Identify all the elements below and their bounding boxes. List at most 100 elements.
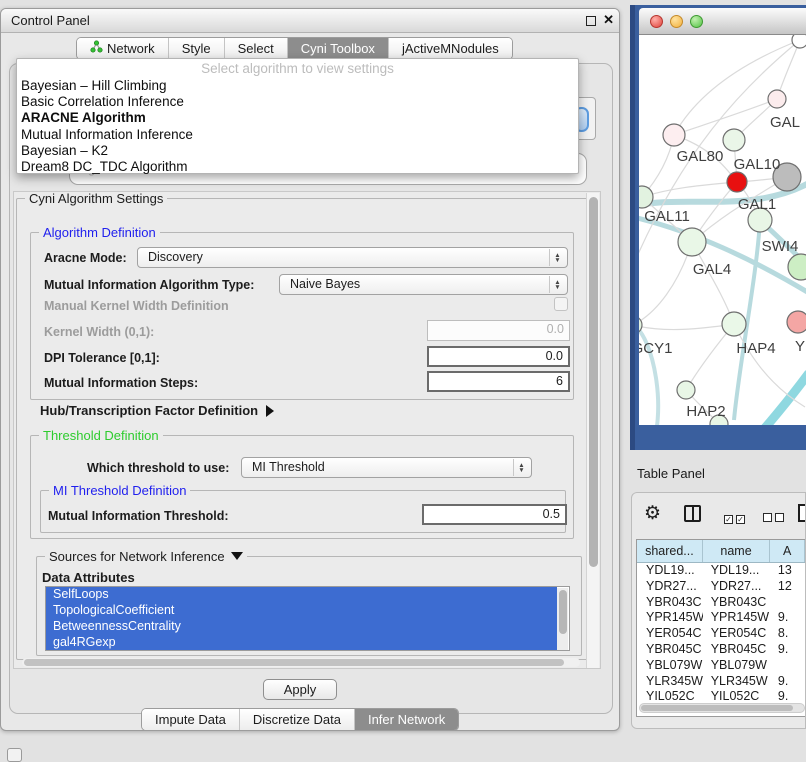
sources-group-title[interactable]: Sources for Network Inference [45,549,247,564]
control-panel-titlebar: Control Panel ✕ [1,9,619,33]
algorithm-option[interactable]: Dream8 DC_TDC Algorithm [17,159,578,175]
aracne-mode-combo[interactable]: Discovery ▲▼ [137,247,568,268]
data-attributes-list[interactable]: SelfLoopsTopologicalCoefficientBetweenne… [45,586,570,651]
settings-horizontal-scrollbar[interactable] [22,658,580,667]
mi-threshold-field[interactable]: 0.5 [422,504,567,525]
bottom-tab-discretize-data[interactable]: Discretize Data [240,709,355,730]
column-view-icon[interactable] [684,505,701,522]
algorithm-definition-title: Algorithm Definition [39,225,160,240]
minimize-button[interactable] [670,15,683,28]
dpi-tolerance-field[interactable]: 0.0 [427,346,570,367]
tab-cyni-toolbox[interactable]: Cyni Toolbox [288,38,389,59]
tab-label: Style [182,38,211,59]
table-cell: YBR045C [637,642,703,658]
table-panel-title: Table Panel [637,466,705,481]
algorithm-option[interactable]: Mutual Information Inference [17,127,578,143]
network-node[interactable] [678,228,706,256]
table-column-header[interactable]: A [770,540,805,562]
kernel-width-field[interactable]: 0.0 [427,320,570,341]
collapsed-panel-icon[interactable] [7,748,22,762]
network-node[interactable] [722,312,746,336]
network-node-label: GAL [770,114,800,131]
table-row[interactable]: YPR145WYPR145W9. [637,610,805,626]
network-node-label: Y [795,338,805,355]
manual-kernel-checkbox[interactable] [554,297,568,311]
mi-steps-field[interactable]: 6 [427,371,570,392]
cyni-settings-scroll-area: Cyni Algorithm Settings Algorithm Defini… [13,191,601,669]
kernel-width-label: Kernel Width (0,1): [44,325,154,339]
algorithm-option[interactable]: ARACNE Algorithm [17,110,578,126]
bottom-tab-label: Impute Data [155,709,226,730]
algorithm-option[interactable]: Basic Correlation Inference [17,94,578,110]
collapse-down-icon [231,552,243,560]
algorithm-dropdown-prompt: Select algorithm to view settings [17,59,578,78]
tab-jactivemnodules[interactable]: jActiveMNodules [389,38,512,59]
hub-definition-expander[interactable]: Hub/Transcription Factor Definition [40,403,274,418]
network-node[interactable] [677,381,695,399]
tab-label: jActiveMNodules [402,38,499,59]
network-node-label: GAL80 [677,148,724,165]
gear-icon[interactable]: ⚙ [644,502,661,525]
network-icon [90,38,103,59]
network-node[interactable] [788,254,806,280]
data-attribute-item[interactable]: SelfLoops [46,587,557,603]
table-cell: 9. [770,674,805,690]
table-cell: YBR045C [703,642,770,658]
which-threshold-combo[interactable]: MI Threshold ▲▼ [241,457,532,478]
close-icon[interactable]: ✕ [603,12,614,28]
table-row[interactable]: YBR045CYBR045C9. [637,642,805,658]
table-row[interactable]: YER054CYER054C8. [637,626,805,642]
table-cell: YBR043C [703,595,770,611]
network-node[interactable] [663,124,685,146]
list-scrollbar[interactable] [557,588,568,650]
network-node[interactable] [723,129,745,151]
tab-network[interactable]: Network [77,38,169,59]
table-row[interactable]: YDL19...YDL19...13 [637,563,805,579]
table-cell: YBL079W [703,658,770,674]
table-cell [770,658,805,674]
table-column-header[interactable]: name [703,540,771,562]
select-all-checkboxes-icon[interactable]: ✓✓ [724,509,748,527]
algorithm-dropdown-popup: Select algorithm to view settings Bayesi… [16,58,579,174]
table-cell: YDR27... [637,579,703,595]
network-node-label: GAL11 [644,208,690,225]
tab-select[interactable]: Select [225,38,288,59]
close-button[interactable] [650,15,663,28]
network-window-titlebar [639,8,806,35]
bottom-tab-infer-network[interactable]: Infer Network [355,709,458,730]
algorithm-option[interactable]: Bayesian – Hill Climbing [17,78,578,94]
data-attribute-item[interactable]: TopologicalCoefficient [46,603,557,619]
table-cell: YLR345W [637,674,703,690]
data-attribute-item[interactable]: gal4RGexp [46,635,557,651]
deselect-all-checkboxes-icon[interactable] [763,509,787,527]
tab-style[interactable]: Style [169,38,225,59]
table-column-header[interactable]: shared... [637,540,703,562]
network-canvas[interactable]: GALGAL80GAL10GAL1GAL11SWI4GAL4GCY1HAP4YH… [639,35,806,425]
mi-steps-label: Mutual Information Steps: [44,376,198,390]
network-node[interactable] [792,35,806,48]
mi-algorithm-type-combo[interactable]: Naive Bayes ▲▼ [279,274,568,295]
network-node[interactable] [787,311,806,333]
document-icon[interactable] [798,504,806,522]
network-node-label: HAP4 [736,340,775,357]
apply-button[interactable]: Apply [263,679,337,700]
table-horizontal-scrollbar[interactable] [639,703,805,713]
network-node-label: GAL4 [693,261,731,278]
zoom-button[interactable] [690,15,703,28]
aracne-mode-value: Discovery [148,250,203,264]
data-attribute-item[interactable]: BetweennessCentrality [46,619,557,635]
table-cell: 9. [770,610,805,626]
combo-stepper-icon: ▲▼ [549,249,565,266]
bottom-tab-impute-data[interactable]: Impute Data [142,709,240,730]
table-row[interactable]: YDR27...YDR27...12 [637,579,805,595]
table-row[interactable]: YLR345WYLR345W9. [637,674,805,690]
data-attributes-label: Data Attributes [42,570,135,585]
algorithm-option[interactable]: Bayesian – K2 [17,143,578,159]
table-row[interactable]: YBR043CYBR043C [637,595,805,611]
network-node[interactable] [727,172,747,192]
table-row[interactable]: YBL079WYBL079W [637,658,805,674]
network-node[interactable] [768,90,786,108]
settings-vertical-scrollbar[interactable] [586,193,599,669]
control-panel-window: Control Panel ✕ Network Style SelectCyni T… [0,8,620,731]
float-window-icon[interactable] [586,16,596,26]
